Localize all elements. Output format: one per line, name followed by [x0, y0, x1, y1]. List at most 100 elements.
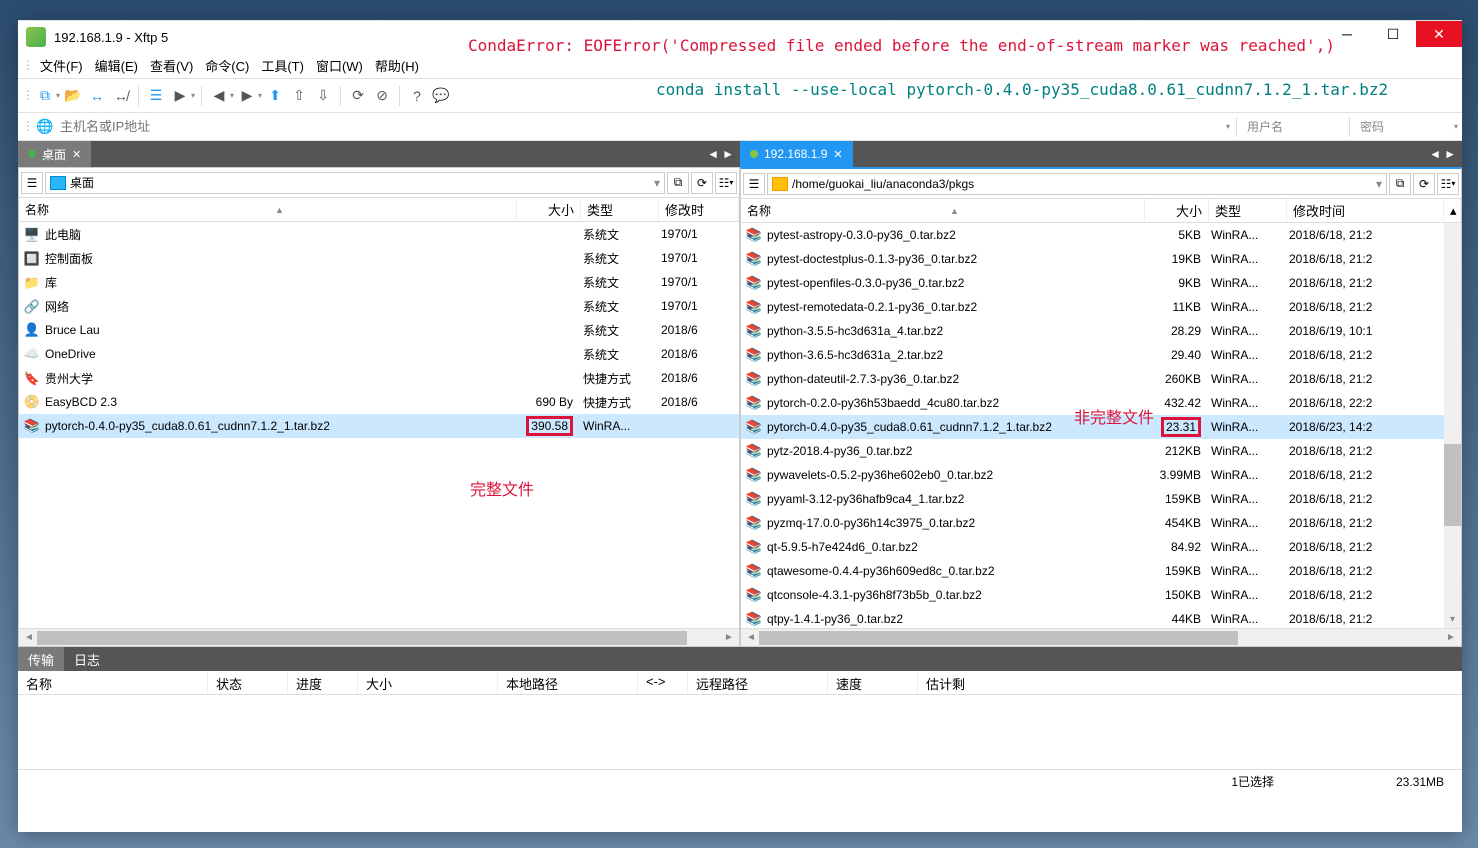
tab-remote[interactable]: 192.168.1.9 ✕ — [740, 141, 853, 167]
file-row[interactable]: 📚pytest-doctestplus-0.1.3-py36_0.tar.bz2… — [741, 247, 1461, 271]
view-icon[interactable]: ☷▾ — [1437, 173, 1459, 195]
path-dropdown-icon[interactable]: ▾ — [654, 176, 660, 190]
path-dropdown-icon[interactable]: ▾ — [1376, 177, 1382, 191]
file-row[interactable]: 📚pytorch-0.4.0-py35_cuda8.0.61_cudnn7.1.… — [19, 414, 739, 438]
menu-help[interactable]: 帮助(H) — [369, 54, 425, 77]
col-type[interactable]: 类型 — [1209, 199, 1287, 222]
v-scrollbar[interactable]: ▾ — [1444, 223, 1461, 628]
file-row[interactable]: 📚pytorch-0.4.0-py35_cuda8.0.61_cudnn7.1.… — [741, 415, 1461, 439]
connect-icon[interactable]: ↔ — [86, 85, 108, 107]
col-size[interactable]: 大小 — [517, 198, 581, 221]
menu-view[interactable]: 查看(V) — [144, 54, 199, 77]
tcol-speed[interactable]: 速度 — [828, 671, 918, 694]
upload-icon[interactable]: ⇧ — [288, 85, 310, 107]
help-icon[interactable]: ? — [406, 85, 428, 107]
file-row[interactable]: 📚pyzmq-17.0.0-py36h14c3975_0.tar.bz2454K… — [741, 511, 1461, 535]
col-date[interactable]: 修改时 — [659, 198, 739, 221]
file-row[interactable]: 📚qt-5.9.5-h7e424d6_0.tar.bz284.92WinRA..… — [741, 535, 1461, 559]
minimize-button[interactable]: ─ — [1324, 21, 1370, 47]
file-list[interactable]: 📚pytest-astropy-0.3.0-py36_0.tar.bz25KBW… — [741, 223, 1461, 628]
file-row[interactable]: ☁️OneDrive系统文2018/6 — [19, 342, 739, 366]
close-tab-icon[interactable]: ✕ — [72, 148, 81, 161]
h-scrollbar[interactable]: ◄► — [19, 628, 739, 646]
path-input[interactable]: 桌面 ▾ — [45, 172, 665, 194]
scroll-up-icon[interactable]: ▴ — [1444, 199, 1461, 222]
properties-icon[interactable]: ☰ — [145, 85, 167, 107]
tcol-progress[interactable]: 进度 — [288, 671, 358, 694]
file-row[interactable]: 📚pytest-remotedata-0.2.1-py36_0.tar.bz21… — [741, 295, 1461, 319]
file-list[interactable]: 🖥️此电脑系统文1970/1🔲控制面板系统文1970/1📁库系统文1970/1🔗… — [19, 222, 739, 628]
tab-desktop[interactable]: 桌面 ✕ — [18, 141, 91, 167]
file-row[interactable]: 📚python-dateutil-2.7.3-py36_0.tar.bz2260… — [741, 367, 1461, 391]
download-icon[interactable]: ⇩ — [312, 85, 334, 107]
menu-command[interactable]: 命令(C) — [199, 54, 255, 77]
back-icon[interactable]: ◀ — [208, 85, 230, 107]
play-icon[interactable]: ▶ — [169, 85, 191, 107]
col-date[interactable]: 修改时间 — [1287, 199, 1444, 222]
tcol-localpath[interactable]: 本地路径 — [498, 671, 638, 694]
col-size[interactable]: 大小 — [1145, 199, 1209, 222]
file-row[interactable]: 👤Bruce Lau系统文2018/6 — [19, 318, 739, 342]
file-row[interactable]: 📚pytorch-0.2.0-py36h53baedd_4cu80.tar.bz… — [741, 391, 1461, 415]
col-name[interactable]: 名称▲ — [741, 199, 1145, 222]
col-name[interactable]: 名称▲ — [19, 198, 517, 221]
tcol-remaining[interactable]: 估计剩 — [918, 671, 1462, 694]
file-row[interactable]: 🔗网络系统文1970/1 — [19, 294, 739, 318]
feedback-icon[interactable]: 💬 — [430, 85, 452, 107]
tcol-size[interactable]: 大小 — [358, 671, 498, 694]
disconnect-icon[interactable]: ↮ — [110, 85, 132, 107]
refresh-icon[interactable]: ⟳ — [691, 172, 713, 194]
tcol-remotepath[interactable]: 远程路径 — [688, 671, 828, 694]
tab-next-icon[interactable]: ► — [722, 147, 734, 161]
file-row[interactable]: 📀EasyBCD 2.3690 By快捷方式2018/6 — [19, 390, 739, 414]
file-row[interactable]: 📚pywavelets-0.5.2-py36he602eb0_0.tar.bz2… — [741, 463, 1461, 487]
tcol-name[interactable]: 名称 — [18, 671, 208, 694]
tab-next-icon[interactable]: ► — [1444, 147, 1456, 161]
file-row[interactable]: 📚pyyaml-3.12-py36hafb9ca4_1.tar.bz2159KB… — [741, 487, 1461, 511]
file-row[interactable]: 📚qtconsole-4.3.1-py36h8f73b5b_0.tar.bz21… — [741, 583, 1461, 607]
file-row[interactable]: 📚python-3.6.5-hc3d631a_2.tar.bz229.40Win… — [741, 343, 1461, 367]
close-button[interactable]: ✕ — [1416, 21, 1462, 47]
host-dropdown-icon[interactable]: ▾ — [1226, 122, 1230, 131]
tab-log[interactable]: 日志 — [64, 647, 110, 671]
file-row[interactable]: 🖥️此电脑系统文1970/1 — [19, 222, 739, 246]
tab-prev-icon[interactable]: ◄ — [707, 147, 719, 161]
tcol-status[interactable]: 状态 — [208, 671, 288, 694]
file-row[interactable]: 🔖贵州大学快捷方式2018/6 — [19, 366, 739, 390]
maximize-button[interactable]: ☐ — [1370, 21, 1416, 47]
menu-tools[interactable]: 工具(T) — [255, 54, 310, 77]
refresh-icon[interactable]: ⟳ — [1413, 173, 1435, 195]
refresh-icon[interactable]: ⟳ — [347, 85, 369, 107]
tab-transfer[interactable]: 传输 — [18, 647, 64, 671]
menu-window[interactable]: 窗口(W) — [310, 54, 369, 77]
path-input[interactable]: /home/guokai_liu/anaconda3/pkgs ▾ — [767, 173, 1387, 195]
status-dot-icon — [750, 150, 758, 158]
forward-icon[interactable]: ▶ — [236, 85, 258, 107]
tab-prev-icon[interactable]: ◄ — [1429, 147, 1441, 161]
file-row[interactable]: 📚pytest-openfiles-0.3.0-py36_0.tar.bz29K… — [741, 271, 1461, 295]
file-row[interactable]: 📚python-3.5.5-hc3d631a_4.tar.bz228.29Win… — [741, 319, 1461, 343]
view-icon[interactable]: ☷▾ — [715, 172, 737, 194]
stop-icon[interactable]: ⊘ — [371, 85, 393, 107]
up-icon[interactable]: ⬆ — [264, 85, 286, 107]
file-row[interactable]: 📚pytest-astropy-0.3.0-py36_0.tar.bz25KBW… — [741, 223, 1461, 247]
host-input[interactable] — [56, 117, 1228, 137]
file-row[interactable]: 📁库系统文1970/1 — [19, 270, 739, 294]
auth-dropdown-icon[interactable]: ▾ — [1454, 122, 1458, 131]
close-tab-icon[interactable]: ✕ — [833, 148, 842, 161]
menu-edit[interactable]: 编辑(E) — [89, 54, 144, 77]
file-row[interactable]: 📚pytz-2018.4-py36_0.tar.bz2212KBWinRA...… — [741, 439, 1461, 463]
open-icon[interactable]: 📂 — [62, 85, 84, 107]
h-scrollbar[interactable]: ◄► — [741, 628, 1461, 646]
new-tab-icon[interactable]: ⧉ — [34, 85, 56, 107]
tcol-direction[interactable]: <-> — [638, 671, 688, 694]
new-window-icon[interactable]: ⧉ — [667, 172, 689, 194]
sidebar-toggle-icon[interactable]: ☰ — [21, 172, 43, 194]
file-row[interactable]: 📚qtawesome-0.4.4-py36h609ed8c_0.tar.bz21… — [741, 559, 1461, 583]
sidebar-toggle-icon[interactable]: ☰ — [743, 173, 765, 195]
col-type[interactable]: 类型 — [581, 198, 659, 221]
new-window-icon[interactable]: ⧉ — [1389, 173, 1411, 195]
menu-file[interactable]: 文件(F) — [34, 54, 89, 77]
file-row[interactable]: 🔲控制面板系统文1970/1 — [19, 246, 739, 270]
file-row[interactable]: 📚qtpy-1.4.1-py36_0.tar.bz244KBWinRA...20… — [741, 607, 1461, 628]
